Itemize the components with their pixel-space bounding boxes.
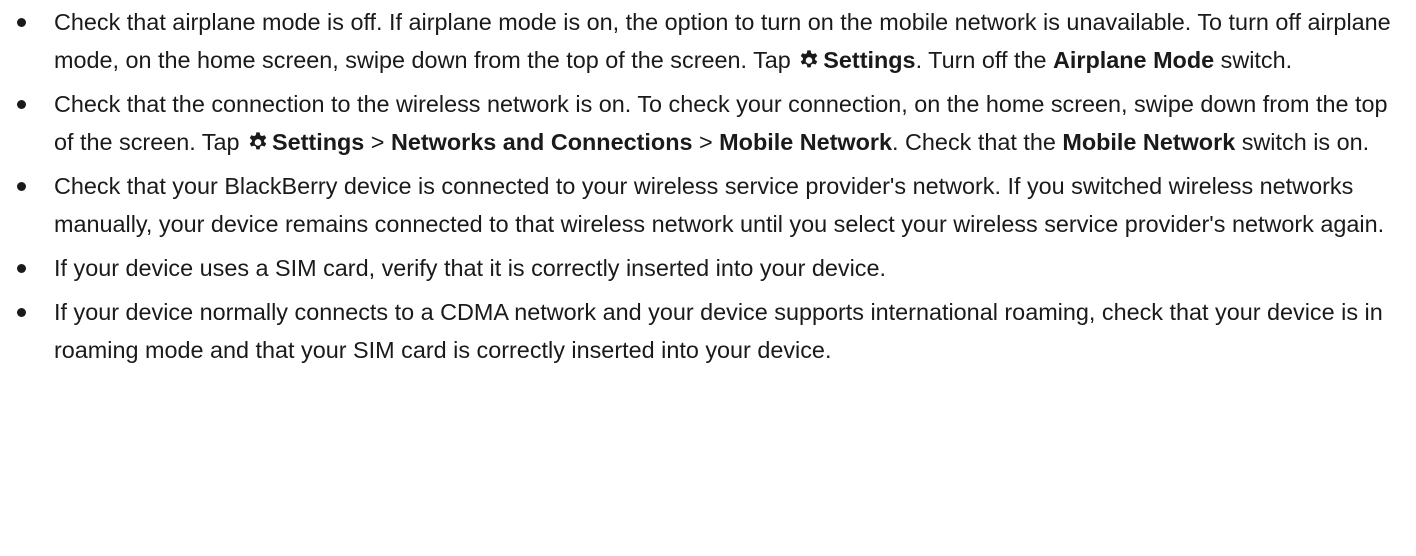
item-text: > — [364, 129, 391, 155]
list-item-airplane-mode: Check that airplane mode is off. If airp… — [12, 3, 1396, 79]
gear-icon — [798, 49, 820, 71]
item-text: Check that your BlackBerry device is con… — [54, 173, 1385, 237]
settings-label: Settings — [823, 47, 916, 73]
bullet-icon — [15, 3, 27, 41]
item-text: If your device uses a SIM card, verify t… — [54, 255, 887, 281]
list-item-wireless-connection: Check that the connection to the wireles… — [12, 85, 1396, 161]
list-item-sim-card: If your device uses a SIM card, verify t… — [12, 249, 1396, 287]
item-text: . Turn off the — [915, 47, 1053, 73]
item-text: If your device normally connects to a CD… — [54, 299, 1383, 363]
item-text: . Check that the — [892, 129, 1063, 155]
troubleshooting-list: Check that airplane mode is off. If airp… — [12, 3, 1396, 369]
networks-and-connections-label: Networks and Connections — [390, 129, 693, 155]
item-text: > — [692, 129, 720, 155]
item-text: switch. — [1214, 47, 1293, 73]
list-item-provider-network: Check that your BlackBerry device is con… — [12, 167, 1396, 243]
bullet-icon — [15, 249, 27, 287]
item-text: switch is on. — [1235, 129, 1370, 155]
list-item-cdma-roaming: If your device normally connects to a CD… — [12, 293, 1396, 369]
airplane-mode-label: Airplane Mode — [1052, 47, 1215, 73]
bullet-icon — [15, 293, 27, 331]
gear-icon — [247, 131, 269, 153]
help-document: Check that airplane mode is off. If airp… — [0, 0, 1416, 556]
settings-label: Settings — [272, 129, 365, 155]
bullet-icon — [15, 85, 27, 123]
mobile-network-switch-label: Mobile Network — [1062, 129, 1236, 155]
bullet-icon — [15, 167, 27, 205]
mobile-network-label: Mobile Network — [719, 129, 893, 155]
